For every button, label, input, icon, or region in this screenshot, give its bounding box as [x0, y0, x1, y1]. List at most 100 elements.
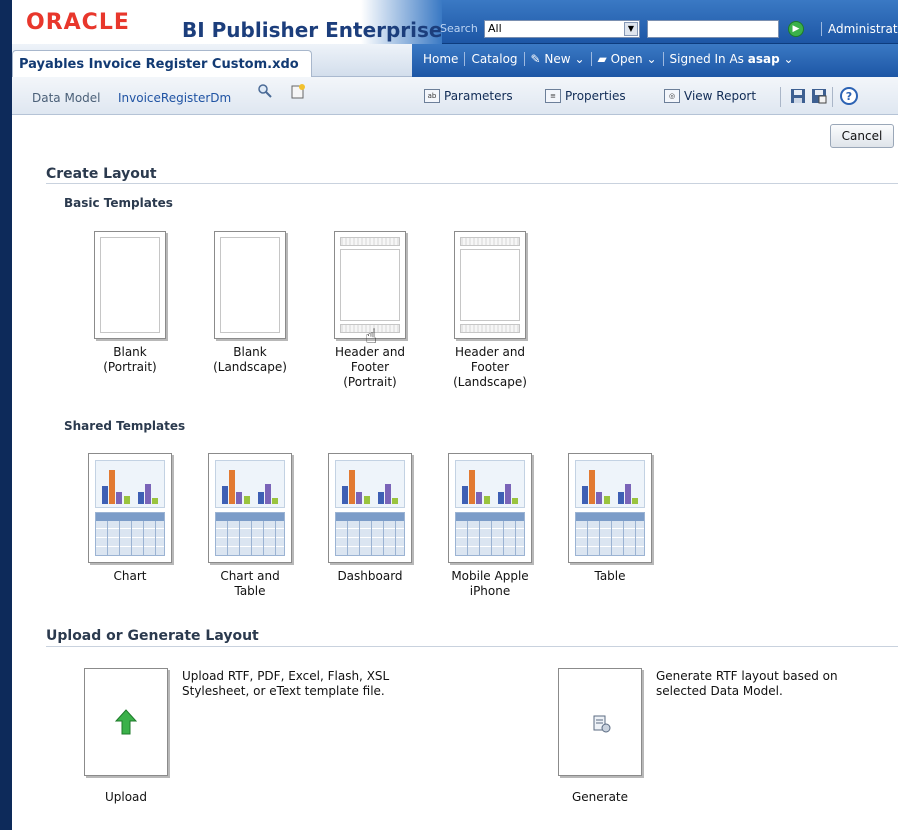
table-preview [575, 512, 645, 556]
svg-text:?: ? [846, 90, 852, 103]
generate-label[interactable]: Generate [558, 790, 642, 804]
template-thumbnail [448, 453, 532, 563]
chart-preview [575, 460, 645, 508]
document-bar: Payables Invoice Register Custom.xdo Hom… [12, 44, 898, 77]
template-label: Blank (Portrait) [103, 345, 157, 374]
signed-in-label: Signed In As [669, 52, 744, 66]
search-icon[interactable] [257, 83, 273, 99]
left-rail [0, 0, 12, 830]
toolbar-divider [832, 87, 833, 107]
generate-tile[interactable] [558, 668, 642, 776]
template-thumbnail [94, 231, 166, 339]
user-menu[interactable]: Signed In As asap ⌄ [664, 52, 800, 66]
help-icon[interactable]: ? [840, 87, 858, 105]
template-thumbnail [568, 453, 652, 563]
administration-link[interactable]: Administration [821, 22, 898, 36]
upload-label[interactable]: Upload [84, 790, 168, 804]
upload-description: Upload RTF, PDF, Excel, Flash, XSL Styles… [182, 669, 390, 698]
parameters-label: Parameters [444, 89, 513, 103]
template-chart-and-table[interactable]: Chart and Table [206, 453, 294, 599]
template-thumbnail [328, 453, 412, 563]
edit-data-model-icon[interactable] [290, 83, 306, 99]
save-icon[interactable] [790, 88, 806, 104]
username: asap [747, 52, 780, 66]
template-header-footer-portrait[interactable]: ☝ Header and Footer (Portrait) [326, 231, 414, 390]
search-scope-select[interactable]: All ▼ [484, 20, 640, 38]
template-header-footer-landscape[interactable]: Header and Footer (Landscape) [446, 231, 534, 390]
top-banner: ORACLE BI Publisher Enterprise Search Al… [12, 0, 898, 44]
template-label: Header and Footer (Landscape) [453, 345, 527, 389]
basic-templates-heading: Basic Templates [64, 196, 173, 210]
table-preview [95, 512, 165, 556]
template-label: Header and Footer (Portrait) [334, 345, 406, 389]
template-label: Chart and Table [220, 569, 280, 598]
chart-preview [215, 460, 285, 508]
new-label: New [544, 52, 571, 66]
generate-description: Generate RTF layout based on selected Dat… [656, 669, 838, 698]
template-label: Table [594, 569, 626, 583]
table-preview [215, 512, 285, 556]
view-report-button[interactable]: ◎ View Report [664, 89, 756, 103]
chevron-down-icon: ⌄ [783, 52, 794, 66]
parameters-button[interactable]: ab Parameters [424, 89, 513, 103]
chevron-down-icon: ⌄ [574, 52, 585, 66]
view-report-icon: ◎ [664, 89, 680, 103]
chevron-down-icon: ⌄ [646, 52, 657, 66]
create-layout-heading: Create Layout [46, 166, 157, 182]
template-thumbnail [208, 453, 292, 563]
search-go-icon[interactable]: ▶ [788, 21, 804, 37]
view-report-label: View Report [684, 89, 757, 103]
template-thumbnail [454, 231, 526, 339]
home-link[interactable]: Home [417, 52, 466, 66]
product-title: BI Publisher Enterprise [182, 18, 443, 42]
template-label: Blank (Landscape) [213, 345, 287, 374]
search-label: Search [440, 22, 478, 35]
properties-label: Properties [565, 89, 626, 103]
template-blank-portrait[interactable]: Blank (Portrait) [86, 231, 174, 375]
chevron-down-icon[interactable]: ▼ [624, 22, 638, 36]
parameters-icon: ab [424, 89, 440, 103]
data-model-label: Data Model [32, 91, 101, 105]
template-thumbnail [214, 231, 286, 339]
open-menu[interactable]: ▰ Open ⌄ [592, 52, 664, 66]
chart-preview [95, 460, 165, 508]
template-label: Dashboard [337, 569, 403, 583]
data-model-link[interactable]: InvoiceRegisterDm [118, 91, 231, 105]
table-preview [335, 512, 405, 556]
document-tab[interactable]: Payables Invoice Register Custom.xdo [12, 50, 312, 77]
template-label: Mobile Apple iPhone [451, 569, 529, 598]
oracle-logo: ORACLE [20, 10, 136, 36]
save-as-icon[interactable] [811, 88, 827, 104]
template-thumbnail [88, 453, 172, 563]
upload-generate-heading: Upload or Generate Layout [46, 628, 259, 644]
global-nav: Home Catalog ✎ New ⌄ ▰ Open ⌄ Signed In … [417, 52, 800, 66]
template-blank-landscape[interactable]: Blank (Landscape) [206, 231, 294, 375]
chart-preview [335, 460, 405, 508]
section-divider [46, 183, 898, 184]
template-label: Chart [113, 569, 147, 583]
upload-tile[interactable] [84, 668, 168, 776]
properties-icon: ≡ [545, 89, 561, 103]
template-mobile-apple-iphone[interactable]: Mobile Apple iPhone [446, 453, 534, 599]
template-thumbnail: ☝ [334, 231, 406, 348]
open-label: Open [610, 52, 643, 66]
cancel-button[interactable]: Cancel [830, 124, 894, 148]
template-table[interactable]: Table [566, 453, 654, 584]
template-chart[interactable]: Chart [86, 453, 174, 584]
shared-templates-heading: Shared Templates [64, 419, 186, 433]
hand-cursor-icon: ☝ [365, 324, 378, 348]
section-divider [46, 646, 898, 647]
template-dashboard[interactable]: Dashboard [326, 453, 414, 584]
catalog-link[interactable]: Catalog [465, 52, 525, 66]
new-menu[interactable]: ✎ New ⌄ [525, 52, 592, 66]
folder-icon: ▰ [597, 52, 607, 66]
search-input[interactable] [647, 20, 779, 38]
editor-toolbar: Data Model InvoiceRegisterDm ab Paramete… [12, 77, 898, 115]
toolbar-divider [780, 87, 781, 107]
search-scope-value: All [488, 22, 502, 35]
generate-document-icon [593, 715, 611, 733]
properties-button[interactable]: ≡ Properties [545, 89, 626, 103]
table-preview [455, 512, 525, 556]
chart-preview [455, 460, 525, 508]
upload-arrow-icon [115, 709, 137, 735]
